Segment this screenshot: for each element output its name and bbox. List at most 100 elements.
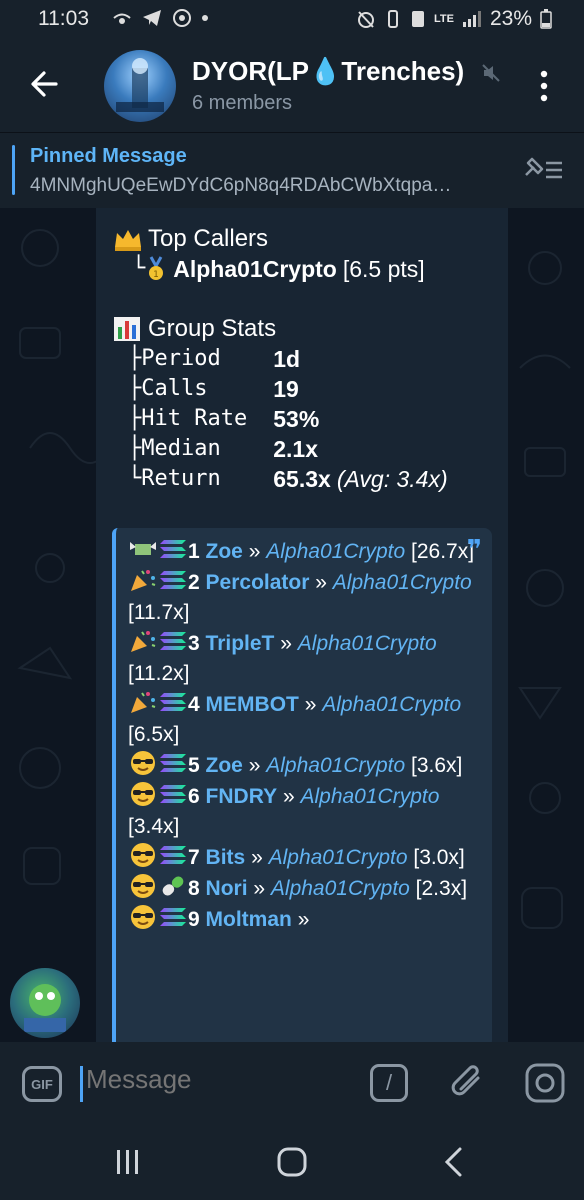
stat-value: 2.1x bbox=[273, 436, 319, 462]
stat-label: Period bbox=[141, 346, 248, 371]
top-callers-title: Top Callers bbox=[148, 225, 269, 252]
chain-badge bbox=[158, 842, 188, 868]
top-caller-points: [6.5 pts] bbox=[342, 256, 425, 282]
separator: » bbox=[253, 877, 266, 900]
caller-link[interactable]: Alpha01Crypto bbox=[333, 571, 472, 594]
caller-link[interactable]: Alpha01Crypto bbox=[298, 632, 437, 655]
chain-badge bbox=[158, 750, 188, 776]
network-type-label: LTE bbox=[434, 13, 454, 25]
message-input[interactable] bbox=[86, 1064, 346, 1095]
bar-chart-icon bbox=[114, 317, 140, 341]
party-popper-icon bbox=[131, 631, 156, 652]
more-notifications-dot-icon bbox=[202, 15, 208, 21]
message-composer: GIF / bbox=[0, 1042, 584, 1124]
tree-branch: └ bbox=[128, 466, 142, 491]
separator: » bbox=[248, 754, 261, 777]
stat-value: 1d bbox=[273, 346, 301, 372]
call-multiplier: [11.7x] bbox=[128, 601, 190, 624]
token-link[interactable]: Zoe bbox=[206, 754, 243, 777]
token-link[interactable]: FNDRY bbox=[206, 785, 278, 808]
top-caller-name: Alpha01Crypto bbox=[173, 256, 337, 282]
tree-branch: ├ bbox=[128, 436, 142, 461]
stat-row: └ Return 65.3x (Avg: 3.4x) bbox=[128, 464, 490, 494]
caller-link[interactable]: Alpha01Crypto bbox=[271, 877, 410, 900]
telegram-icon bbox=[143, 10, 161, 26]
message-bubble[interactable]: Top Callers └ 1 Alpha01Crypto [6.5 pts] … bbox=[96, 208, 508, 1042]
call-rank: 4 bbox=[188, 693, 200, 716]
call-emoji bbox=[128, 873, 158, 899]
back-nav-icon[interactable] bbox=[440, 1146, 468, 1178]
call-rank: 7 bbox=[188, 846, 200, 869]
vibrate-icon bbox=[388, 10, 398, 28]
quote-mark-icon: ❞ bbox=[466, 534, 482, 564]
caller-link[interactable]: Alpha01Crypto bbox=[300, 785, 439, 808]
tree-branch: ├ bbox=[128, 406, 142, 431]
stat-row: ├ Calls 19 bbox=[128, 374, 490, 404]
chain-badge bbox=[158, 689, 188, 715]
caller-link[interactable]: Alpha01Crypto bbox=[266, 754, 405, 777]
call-multiplier: [3.4x] bbox=[128, 815, 180, 838]
caller-link[interactable]: Alpha01Crypto bbox=[269, 846, 408, 869]
separator: » bbox=[282, 785, 295, 808]
token-link[interactable]: Moltman bbox=[206, 908, 292, 931]
call-multiplier: [2.3x] bbox=[415, 877, 468, 900]
svg-text:1: 1 bbox=[153, 270, 159, 280]
call-emoji bbox=[128, 904, 158, 930]
separator: » bbox=[251, 846, 263, 869]
cell-signal-icon bbox=[462, 11, 481, 27]
solana-icon bbox=[160, 632, 186, 650]
camera-icon[interactable] bbox=[524, 1062, 566, 1104]
stat-label: Hit Rate bbox=[141, 406, 248, 431]
chat-title[interactable]: DYOR(LP💧Trenches) bbox=[192, 56, 464, 87]
back-arrow-icon[interactable] bbox=[26, 64, 66, 104]
token-link[interactable]: Zoe bbox=[206, 540, 243, 563]
attach-paperclip-icon[interactable] bbox=[448, 1062, 488, 1104]
call-entry: 3 TripleT » Alpha01Crypto [11.2x] bbox=[128, 628, 482, 689]
sunglasses-face-icon bbox=[131, 782, 155, 806]
call-entry: 6 FNDRY » Alpha01Crypto [3.4x] bbox=[128, 781, 482, 842]
call-entry: 9 Moltman » bbox=[128, 904, 482, 935]
sender-avatar[interactable] bbox=[10, 968, 80, 1038]
member-count[interactable]: 6 members bbox=[192, 92, 292, 115]
home-icon[interactable] bbox=[276, 1146, 308, 1178]
recent-apps-icon[interactable] bbox=[114, 1148, 142, 1176]
pinned-list-icon[interactable] bbox=[522, 155, 564, 183]
status-time: 11:03 bbox=[38, 7, 89, 30]
token-link[interactable]: MEMBOT bbox=[206, 693, 299, 716]
chain-badge bbox=[158, 536, 188, 562]
call-rank: 8 bbox=[188, 877, 200, 900]
token-link[interactable]: Nori bbox=[206, 877, 248, 900]
more-options-icon[interactable] bbox=[532, 68, 556, 104]
status-notification-icons bbox=[112, 8, 208, 28]
caller-link[interactable]: Alpha01Crypto bbox=[266, 540, 405, 563]
stat-label: Return bbox=[141, 466, 248, 491]
text-cursor bbox=[80, 1066, 83, 1102]
separator: » bbox=[248, 540, 261, 563]
party-popper-icon bbox=[131, 692, 156, 713]
sunglasses-face-icon bbox=[131, 874, 155, 898]
solana-icon bbox=[160, 571, 186, 589]
group-avatar[interactable] bbox=[104, 50, 176, 122]
call-entry: 4 MEMBOT » Alpha01Crypto [6.5x] bbox=[128, 689, 482, 750]
sender-avatar-art-icon bbox=[24, 984, 66, 1032]
call-multiplier: [3.0x] bbox=[413, 846, 465, 869]
whatsapp-icon bbox=[173, 9, 191, 27]
message-list[interactable]: Top Callers └ 1 Alpha01Crypto [6.5 pts] … bbox=[0, 208, 584, 1042]
tree-branch: ├ bbox=[128, 376, 142, 401]
stat-value: 65.3x bbox=[273, 466, 331, 492]
token-link[interactable]: TripleT bbox=[206, 632, 275, 655]
call-entry: 5 Zoe » Alpha01Crypto [3.6x] bbox=[128, 750, 482, 781]
token-link[interactable]: Bits bbox=[206, 846, 246, 869]
pinned-message-bar[interactable]: Pinned Message 4MNMghUQeEwDYdC6pN8q4RDAb… bbox=[0, 132, 584, 208]
call-rank: 2 bbox=[188, 571, 200, 594]
bot-commands-button[interactable]: / bbox=[370, 1064, 408, 1102]
token-link[interactable]: Percolator bbox=[206, 571, 310, 594]
sunglasses-face-icon bbox=[131, 751, 155, 775]
stat-row: ├ Median 2.1x bbox=[128, 434, 490, 464]
caller-link[interactable]: Alpha01Crypto bbox=[322, 693, 461, 716]
gif-button[interactable]: GIF bbox=[22, 1066, 62, 1102]
call-entry: 7 Bits » Alpha01Crypto [3.0x] bbox=[128, 842, 482, 873]
call-entry: 8 Nori » Alpha01Crypto [2.3x] bbox=[128, 873, 482, 904]
separator: » bbox=[304, 693, 317, 716]
sunglasses-face-icon bbox=[131, 843, 155, 867]
